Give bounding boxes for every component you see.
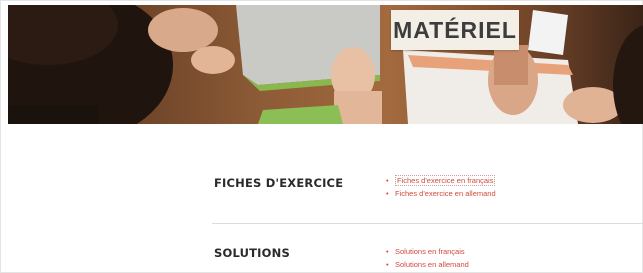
list-item: • Fiches d'exercice en français (386, 174, 496, 187)
section-title-fiches: FICHES D'EXERCICE (214, 176, 344, 190)
list-item: • Solutions en allemand (386, 258, 469, 271)
link-fiches-francais[interactable]: Fiches d'exercice en français (395, 175, 496, 186)
link-fiches-allemand[interactable]: Fiches d'exercice en allemand (395, 189, 496, 198)
link-solutions-allemand[interactable]: Solutions en allemand (395, 260, 469, 269)
link-solutions-francais[interactable]: Solutions en français (395, 247, 465, 256)
fiches-link-list: • Fiches d'exercice en français • Fiches d… (386, 174, 496, 200)
bullet-icon: • (386, 176, 389, 185)
page-title: MATÉRIEL (391, 10, 519, 50)
bullet-icon: • (386, 260, 389, 269)
solutions-link-list: • Solutions en français • Solutions en all… (386, 245, 469, 271)
section-divider (212, 223, 643, 224)
bullet-icon: • (386, 189, 389, 198)
bullet-icon: • (386, 247, 389, 256)
list-item: • Fiches d'exercice en allemand (386, 187, 496, 200)
hero-banner: MATÉRIEL (8, 5, 643, 124)
hero-photo (8, 5, 643, 124)
section-title-solutions: SOLUTIONS (214, 246, 290, 260)
list-item: • Solutions en français (386, 245, 469, 258)
